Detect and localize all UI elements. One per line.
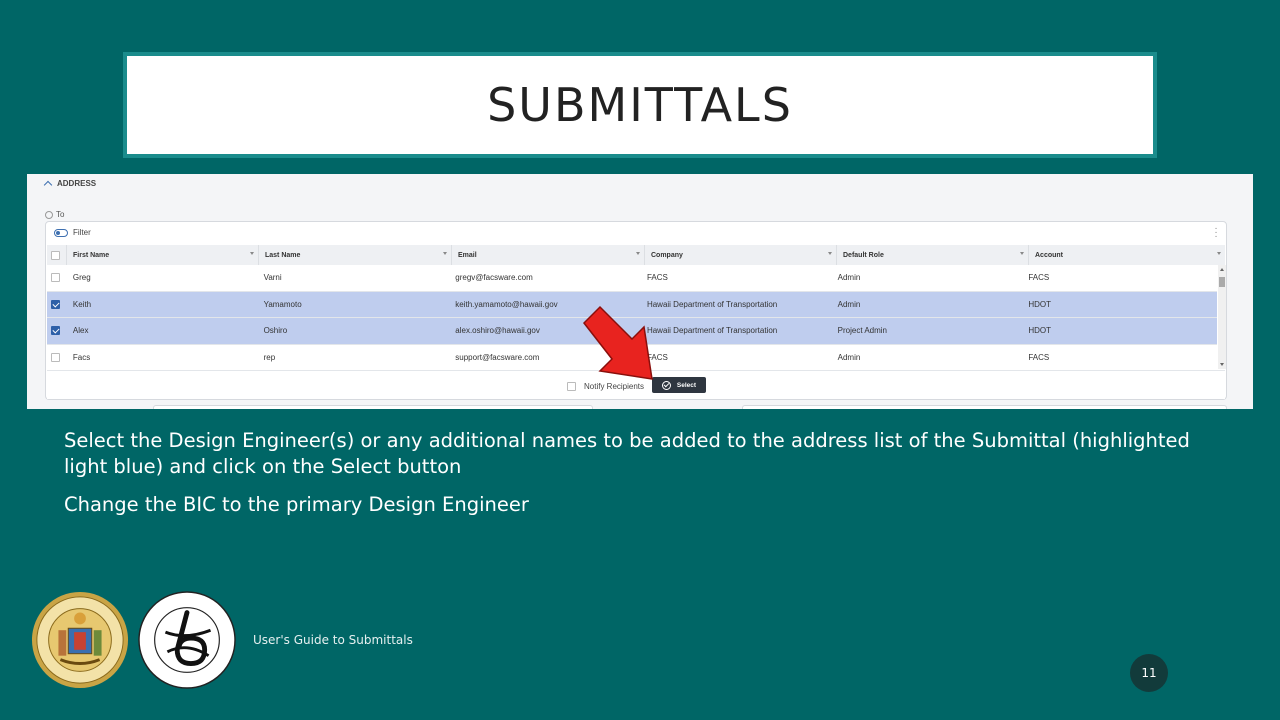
- cell-company: FACS: [646, 273, 668, 283]
- more-options-icon[interactable]: · · ·: [1214, 224, 1218, 242]
- column-header-company[interactable]: Company: [645, 245, 837, 265]
- sort-caret-icon[interactable]: [1217, 252, 1221, 255]
- column-header-label: Account: [1035, 251, 1063, 259]
- state-of-hawaii-seal-logo: [31, 591, 129, 689]
- row-checkbox[interactable]: [51, 352, 60, 362]
- notify-label: Notify Recipients: [584, 382, 645, 391]
- instruction-2: Change the BIC to the primary Design Eng…: [64, 493, 529, 516]
- select-all-checkbox[interactable]: [51, 250, 60, 260]
- instruction-1: Select the Design Engineer(s) or any add…: [64, 429, 1190, 478]
- column-header-label: Email: [458, 251, 477, 259]
- cell-email: gregv@facsware.com: [455, 273, 533, 283]
- info-icon: [45, 210, 53, 219]
- cell-account: HDOT: [1028, 326, 1051, 336]
- cell-company: Hawaii Department of Transportation: [646, 326, 778, 336]
- cell-last-name: Yamamoto: [263, 299, 302, 309]
- department-of-transportation-seal-logo: [138, 591, 236, 689]
- cell-company: Hawaii Department of Transportation: [646, 299, 778, 309]
- column-header-first-name[interactable]: First Name: [67, 245, 259, 265]
- column-header-label: Last Name: [265, 251, 301, 259]
- cell-account: FACS: [1028, 273, 1050, 283]
- sort-caret-icon[interactable]: [1020, 252, 1024, 255]
- title-box: SUBMITTALS: [123, 52, 1157, 158]
- cut-off-input[interactable]: [742, 405, 1227, 409]
- check-circle-icon: [661, 380, 671, 390]
- cell-first-name: Greg: [72, 273, 91, 283]
- footer-text: User's Guide to Submittals: [253, 633, 413, 647]
- column-header-label: Default Role: [843, 251, 884, 259]
- scroll-up-icon[interactable]: [1220, 268, 1224, 271]
- toggle-icon[interactable]: [54, 228, 68, 237]
- to-label-text: To: [56, 210, 65, 219]
- scroll-down-icon[interactable]: [1220, 363, 1224, 366]
- filter-label: Filter: [73, 228, 91, 237]
- cell-company: FACS: [646, 352, 668, 362]
- notify-checkbox[interactable]: [567, 382, 576, 391]
- grid-scrollbar[interactable]: [1218, 265, 1226, 369]
- cell-role: Project Admin: [837, 326, 887, 336]
- column-header-default-role[interactable]: Default Role: [837, 245, 1029, 265]
- address-section-label: ADDRESS: [57, 179, 97, 188]
- page-number: 11: [1130, 654, 1168, 692]
- sort-caret-icon[interactable]: [636, 252, 640, 255]
- red-pointer-arrow-icon: [583, 305, 653, 380]
- sort-caret-icon[interactable]: [443, 252, 447, 255]
- column-header-last-name[interactable]: Last Name: [259, 245, 452, 265]
- cell-role: Admin: [837, 352, 861, 362]
- column-header-account[interactable]: Account: [1029, 245, 1225, 265]
- table-row[interactable]: Greg Varni gregv@facsware.com FACS Admin…: [47, 265, 1217, 292]
- cell-last-name: Varni: [263, 273, 282, 283]
- column-header-label: First Name: [73, 251, 110, 259]
- sort-caret-icon[interactable]: [828, 252, 832, 255]
- cell-first-name: Keith: [72, 299, 92, 309]
- notify-recipients[interactable]: Notify Recipients: [567, 382, 644, 391]
- cell-role: Admin: [837, 273, 861, 283]
- to-label: To: [45, 210, 64, 219]
- cell-last-name: Oshiro: [263, 326, 288, 336]
- grid-header: First Name Last Name Email Company Defau…: [47, 245, 1225, 265]
- column-header-label: Company: [651, 251, 683, 259]
- scroll-thumb[interactable]: [1219, 277, 1225, 287]
- row-checkbox-checked[interactable]: [51, 299, 60, 309]
- select-button[interactable]: Select: [652, 377, 706, 393]
- address-section-header[interactable]: ADDRESS: [43, 179, 97, 190]
- cell-first-name: Alex: [72, 326, 89, 336]
- select-all-cell[interactable]: [47, 245, 67, 265]
- row-checkbox-checked[interactable]: [51, 326, 60, 336]
- slide-title: SUBMITTALS: [487, 78, 793, 132]
- cell-account: HDOT: [1028, 299, 1051, 309]
- row-checkbox[interactable]: [51, 273, 60, 283]
- sort-caret-icon[interactable]: [250, 252, 254, 255]
- instructions: Select the Design Engineer(s) or any add…: [64, 428, 1224, 530]
- cell-last-name: rep: [263, 352, 276, 362]
- cell-account: FACS: [1028, 352, 1050, 362]
- cut-off-input[interactable]: [153, 405, 593, 409]
- filter-toggle[interactable]: Filter: [54, 228, 91, 237]
- cell-role: Admin: [837, 299, 861, 309]
- chevron-up-icon[interactable]: [43, 180, 53, 190]
- column-header-email[interactable]: Email: [452, 245, 645, 265]
- select-button-label: Select: [676, 381, 697, 389]
- cell-first-name: Facs: [72, 352, 91, 362]
